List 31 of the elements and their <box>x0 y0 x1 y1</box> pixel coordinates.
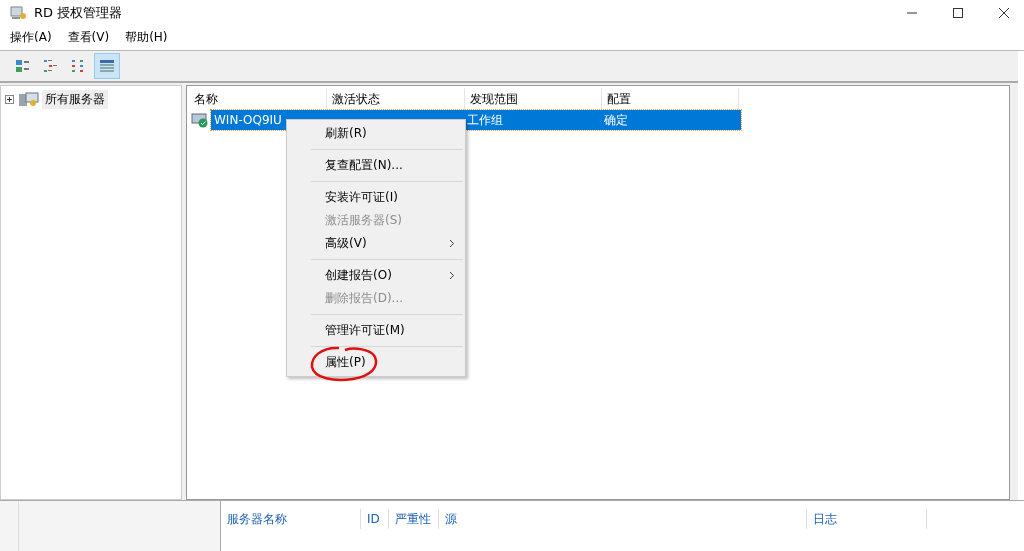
server-icon <box>17 91 39 108</box>
details-icon <box>99 59 115 73</box>
server-check-icon <box>191 112 209 128</box>
menu-item[interactable]: 帮助(H) <box>125 29 168 46</box>
column-header[interactable]: 服务器名称 <box>221 509 361 529</box>
close-icon[interactable] <box>998 6 1010 19</box>
server-key-icon <box>10 4 28 21</box>
table-cell-text: 工作组 <box>466 111 504 129</box>
table-cell-text: 确定 <box>603 111 629 129</box>
menu-item[interactable]: 操作(A) <box>10 29 52 46</box>
chevron-icon <box>449 239 455 248</box>
large-icons-icon <box>15 59 31 73</box>
expand-icon[interactable] <box>5 95 14 104</box>
menu-item[interactable]: 高级(V) <box>287 232 465 255</box>
menu-item[interactable]: 创建报告(O) <box>287 264 465 287</box>
column-header[interactable]: 源 <box>439 509 807 529</box>
small-icons-icon <box>43 59 59 73</box>
menu-item[interactable]: 属性(P) <box>287 351 465 374</box>
maximize-icon[interactable] <box>952 6 964 19</box>
table-cell-text: WIN-OQ9IU <box>213 113 283 127</box>
menu-item[interactable]: 复查配置(N)... <box>287 154 465 177</box>
menu-item[interactable]: 查看(V) <box>67 29 110 46</box>
menu-item[interactable]: 安装许可证(I) <box>287 186 465 209</box>
window-title: RD 授权管理器 <box>34 3 123 22</box>
tree-item[interactable]: 所有服务器 <box>42 90 108 109</box>
chevron-icon <box>449 271 455 280</box>
view-button[interactable] <box>94 53 120 79</box>
column-header[interactable]: ID <box>361 509 389 529</box>
menu-item[interactable]: 管理许可证(M) <box>287 319 465 342</box>
column-header[interactable]: 严重性 <box>389 509 439 529</box>
column-header[interactable]: 日志 <box>807 509 927 529</box>
